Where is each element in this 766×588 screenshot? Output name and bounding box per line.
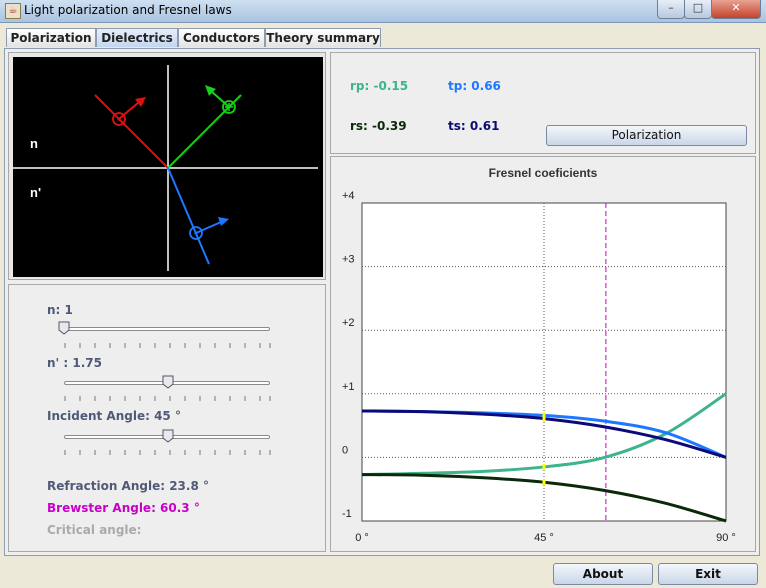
y-tick-label: 0 — [342, 444, 348, 456]
n2-slider-ticks — [64, 396, 271, 401]
tp-value: tp: 0.66 — [448, 79, 501, 93]
series-rs-incident-marker — [542, 479, 546, 486]
brewster-angle-label: Brewster Angle: 60.3 ° — [47, 501, 200, 515]
java-app-icon: ☕ — [5, 3, 21, 19]
y-tick-label: +1 — [342, 381, 355, 393]
ts-value: ts: 0.61 — [448, 119, 500, 133]
n-slider-track[interactable] — [64, 327, 270, 331]
maximize-button[interactable]: □ — [684, 0, 712, 19]
medium-n-label: n — [30, 136, 38, 151]
x-tick-label: 0 ° — [355, 532, 369, 544]
minimize-button[interactable]: – — [657, 0, 685, 19]
fresnel-chart: Fresnel coeficients +4 +3 +2 +1 0 -1 0 ° 45 ° 9… — [342, 166, 736, 544]
tab-conductors[interactable]: Conductors — [178, 28, 265, 47]
y-tick-label: -1 — [342, 508, 352, 520]
chart-title: Fresnel coeficients — [489, 166, 598, 180]
y-tick-label: +4 — [342, 190, 355, 202]
critical-angle-label: Critical angle: — [47, 523, 142, 537]
polarization-button[interactable]: Polarization — [546, 125, 747, 146]
series-ts-incident-marker — [542, 415, 546, 422]
x-tick-labels: 0 ° 45 ° 90 ° — [355, 532, 736, 544]
medium-n2-label: n' — [30, 185, 41, 200]
rs-value: rs: -0.39 — [350, 119, 407, 133]
refraction-angle-label: Refraction Angle: 23.8 ° — [47, 479, 209, 493]
series-rp-incident-marker — [542, 463, 546, 470]
tab-dielectrics[interactable]: Dielectrics — [96, 28, 178, 47]
y-tick-label: +2 — [342, 317, 355, 329]
n2-slider-thumb[interactable] — [162, 375, 174, 389]
rp-value: rp: -0.15 — [350, 79, 409, 93]
coefficients-panel: rp: -0.15 tp: 0.66 rs: -0.39 ts: 0.61 Po… — [330, 52, 756, 154]
exit-button[interactable]: Exit — [658, 563, 758, 585]
incident-angle-label: Incident Angle: 45 ° — [47, 409, 181, 423]
n-slider-label: n: 1 — [47, 303, 73, 317]
about-button[interactable]: About — [553, 563, 653, 585]
y-tick-label: +3 — [342, 254, 355, 266]
ray-diagram: n n' — [13, 57, 323, 277]
close-button[interactable]: ✕ — [711, 0, 761, 19]
window-title: Light polarization and Fresnel laws — [24, 3, 232, 17]
incident-angle-slider-thumb[interactable] — [162, 429, 174, 443]
n-slider-thumb[interactable] — [58, 321, 70, 335]
tab-polarization[interactable]: Polarization — [6, 28, 96, 47]
x-tick-label: 90 ° — [716, 532, 736, 544]
chart-panel: Fresnel coeficients +4 +3 +2 +1 0 -1 0 ° 45 ° 9… — [330, 156, 756, 552]
controls-panel: n: 1 n' : 1.75 Incident Angle: 45 ° Refr… — [8, 284, 326, 552]
diagram-panel: n n' — [8, 52, 326, 280]
title-bar: ☕ Light polarization and Fresnel laws – … — [0, 0, 766, 23]
bottom-bar: About Exit — [0, 560, 766, 588]
x-tick-label: 45 ° — [534, 532, 554, 544]
n-slider-ticks — [64, 343, 271, 348]
incident-angle-slider-ticks — [64, 450, 271, 455]
y-tick-labels: +4 +3 +2 +1 0 -1 — [342, 190, 355, 520]
n2-slider-label: n' : 1.75 — [47, 356, 102, 370]
tab-theory-summary[interactable]: Theory summary — [265, 28, 381, 47]
